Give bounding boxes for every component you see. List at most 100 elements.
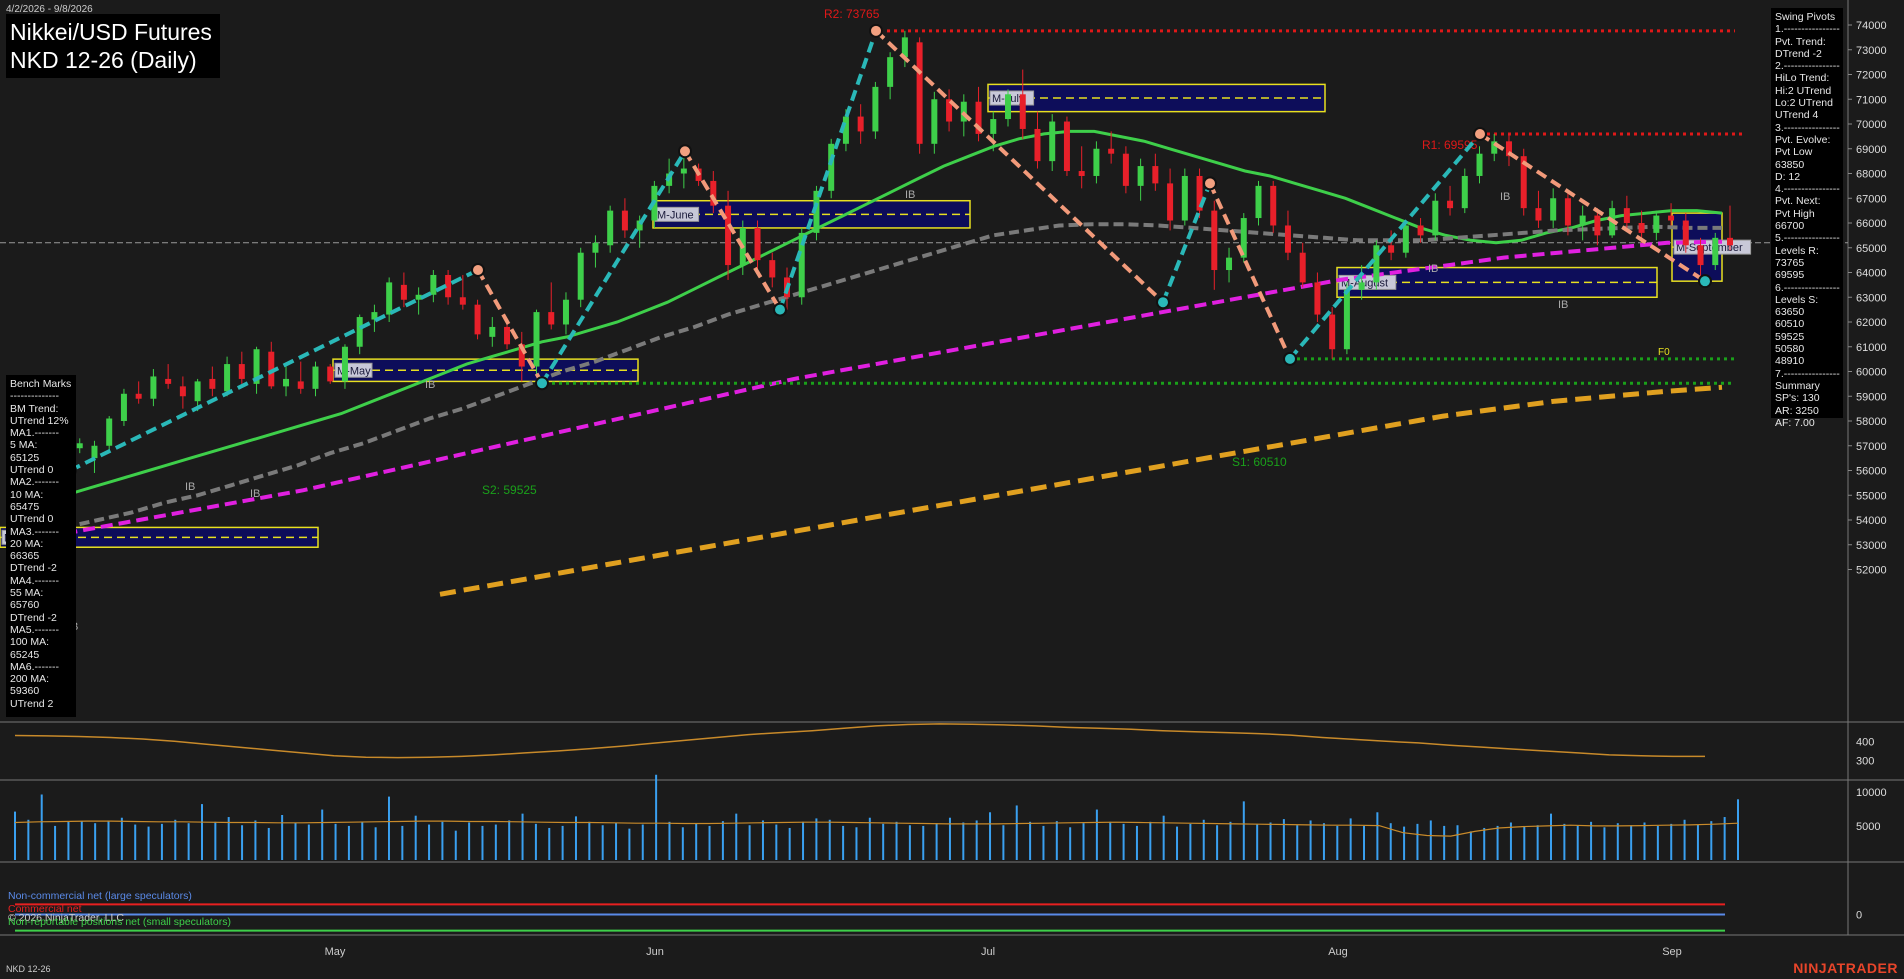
y-tick-label: 65000 — [1856, 243, 1887, 255]
y-tick-label: 58000 — [1856, 416, 1887, 428]
ib-annotation: IB — [1500, 191, 1510, 203]
oscillator-tick-label: 400 — [1856, 736, 1874, 748]
oscillator-tick-label: 300 — [1856, 756, 1874, 768]
legend-nonreportable: Non-reportable positions net (small spec… — [8, 916, 231, 928]
candle-body — [1167, 183, 1174, 221]
volume-tick-label: 5000 — [1856, 821, 1880, 833]
swing-point-marker — [773, 302, 787, 317]
chart-title-box: Nikkei/USD Futures NKD 12-26 (Daily) — [6, 14, 220, 78]
candle-body — [1181, 175, 1188, 221]
candle-body — [209, 378, 216, 389]
bench-marks-panel: Bench Marks -------------- BM Trend: UTr… — [6, 375, 76, 717]
candle-body — [1270, 185, 1277, 226]
monthly-box-label: M-June — [657, 209, 694, 221]
f0-annotation: F0 — [1658, 347, 1670, 358]
candle-body — [150, 376, 157, 399]
x-month-label: Sep — [1662, 946, 1682, 958]
candle-body — [1447, 200, 1454, 209]
y-tick-label: 72000 — [1856, 70, 1887, 82]
level-label: S2: 59525 — [482, 483, 537, 497]
candle-body — [990, 119, 997, 134]
swing-point-marker — [678, 144, 692, 159]
x-month-label: Jun — [646, 946, 664, 958]
candle-body — [1137, 166, 1144, 186]
candle-body — [1005, 94, 1012, 120]
ib-annotation: IB — [1558, 299, 1568, 311]
candle-body — [327, 366, 334, 382]
x-month-label: May — [325, 946, 346, 958]
candle-body — [1343, 289, 1350, 350]
candle-body — [548, 312, 555, 325]
candle-body — [562, 299, 569, 325]
candle-body — [1535, 208, 1542, 221]
y-tick-label: 73000 — [1856, 45, 1887, 57]
y-tick-label: 55000 — [1856, 490, 1887, 502]
candle-body — [1049, 121, 1056, 162]
candle-body — [1358, 282, 1365, 290]
y-tick-label: 69000 — [1856, 144, 1887, 156]
candle-body — [1623, 208, 1630, 223]
y-tick-label: 53000 — [1856, 540, 1887, 552]
candle-body — [1314, 282, 1321, 315]
x-month-label: Aug — [1328, 946, 1348, 958]
candle-body — [828, 143, 835, 191]
candle-body — [725, 205, 732, 266]
swing-point-marker — [1698, 274, 1712, 289]
candle-body — [1461, 175, 1468, 209]
candle-body — [1727, 237, 1733, 246]
x-month-label: Jul — [981, 946, 995, 958]
candle-body — [386, 282, 393, 315]
candle-body — [1653, 215, 1660, 233]
candle-body — [91, 445, 98, 459]
candle-body — [1226, 257, 1233, 271]
candle-body — [1122, 153, 1129, 186]
y-tick-label: 68000 — [1856, 169, 1887, 181]
candle-body — [680, 168, 687, 174]
candle-body — [224, 364, 231, 392]
candle-body — [1594, 215, 1601, 236]
candle-body — [1432, 200, 1439, 236]
candle-body — [120, 393, 127, 421]
y-tick-label: 60000 — [1856, 367, 1887, 379]
y-tick-label: 64000 — [1856, 268, 1887, 280]
volume-tick-label: 10000 — [1856, 787, 1887, 799]
candle-body — [916, 42, 923, 144]
candle-body — [1476, 153, 1483, 176]
candle-body — [165, 378, 172, 384]
candle-body — [297, 381, 304, 389]
y-tick-label: 59000 — [1856, 391, 1887, 403]
candle-body — [592, 242, 599, 253]
swing-point-marker — [1283, 351, 1297, 366]
candle-body — [1093, 148, 1100, 176]
level-label: R2: 73765 — [824, 7, 880, 21]
candle-body — [1564, 198, 1571, 226]
candle-body — [769, 260, 776, 278]
candle-body — [1063, 121, 1070, 172]
candle-body — [1152, 166, 1159, 184]
swing-point-marker — [1203, 176, 1217, 191]
candle-body — [1388, 245, 1395, 253]
y-tick-label: 67000 — [1856, 193, 1887, 205]
candle-body — [577, 252, 584, 300]
y-tick-label: 57000 — [1856, 441, 1887, 453]
candle-body — [179, 386, 186, 397]
candle-body — [1579, 215, 1586, 226]
y-tick-label: 52000 — [1856, 565, 1887, 577]
candle-body — [1550, 198, 1557, 221]
candle-body — [1682, 220, 1689, 246]
instrument-name: Nikkei/USD Futures — [10, 19, 212, 45]
candle-body — [1299, 252, 1306, 283]
candle-body — [1417, 225, 1424, 236]
ib-annotation: IB — [1428, 263, 1438, 275]
candle-body — [430, 274, 437, 295]
candle-body — [356, 317, 363, 347]
candle-body — [533, 312, 540, 367]
candle-body — [607, 210, 614, 246]
contract-timeframe: NKD 12-26 (Daily) — [10, 47, 197, 73]
candle-body — [1108, 148, 1115, 154]
cot-tick-label: 0 — [1856, 910, 1862, 922]
swing-point-marker — [535, 376, 549, 391]
candle-body — [1638, 223, 1645, 233]
y-tick-label: 54000 — [1856, 515, 1887, 527]
candle-body — [1078, 171, 1085, 176]
